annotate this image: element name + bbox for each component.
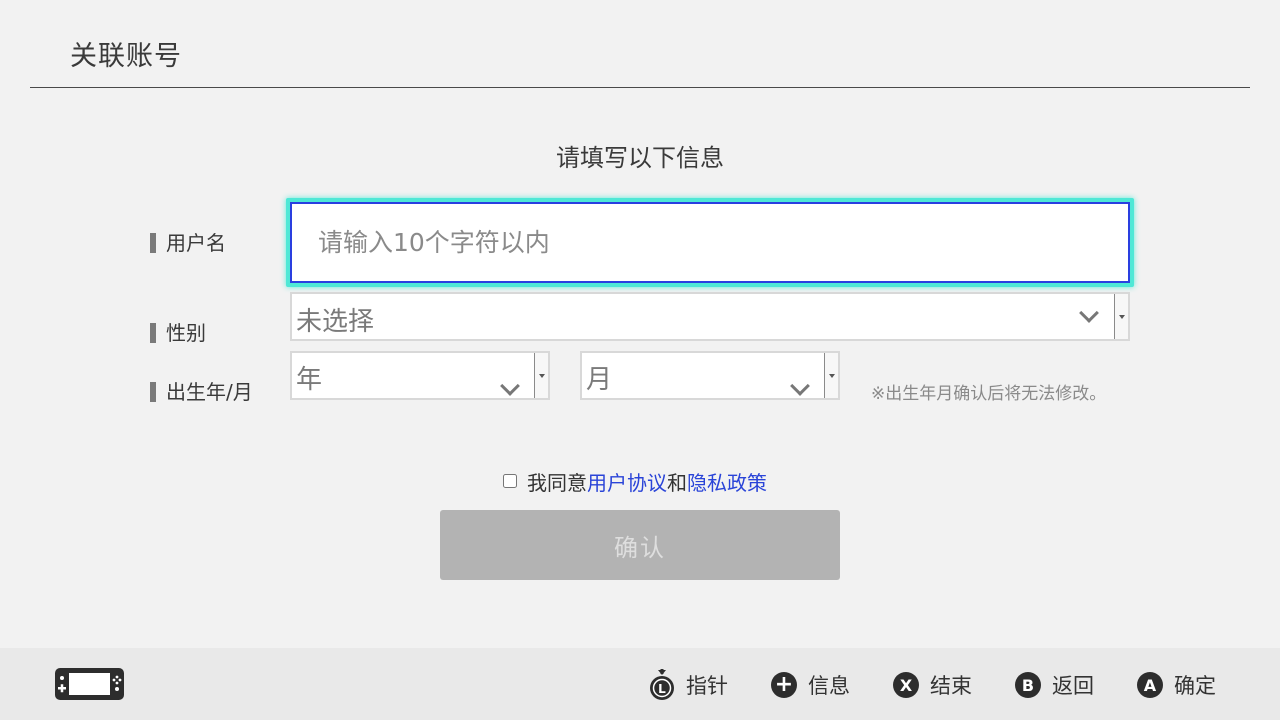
agreement-row: 我同意 用户协议 和 隐私政策 bbox=[503, 467, 767, 495]
gender-label: 性别 bbox=[150, 321, 206, 345]
header: 关联账号 bbox=[30, 0, 1250, 88]
birth-label: 出生年/月 bbox=[150, 380, 253, 404]
select-spinner-icon bbox=[824, 353, 838, 398]
hint-back-label: 返回 bbox=[1052, 674, 1094, 698]
hint-info[interactable]: + 信息 bbox=[771, 670, 850, 700]
agreement-conjunction: 和 bbox=[667, 470, 687, 495]
b-button-icon: B bbox=[1015, 672, 1041, 698]
username-input[interactable] bbox=[290, 202, 1130, 283]
hint-exit[interactable]: X 结束 bbox=[893, 670, 972, 700]
birth-year-value: 年 bbox=[296, 365, 323, 395]
hint-pointer[interactable]: L 指针 bbox=[648, 669, 728, 700]
chevron-down-icon bbox=[500, 376, 520, 396]
hint-exit-label: 结束 bbox=[930, 674, 972, 698]
birth-month-value: 月 bbox=[586, 365, 613, 395]
hint-ok-label: 确定 bbox=[1174, 674, 1216, 698]
select-spinner-icon bbox=[1114, 294, 1128, 339]
hint-pointer-label: 指针 bbox=[686, 674, 728, 698]
l-stick-icon: L bbox=[650, 669, 674, 700]
page-title: 关联账号 bbox=[70, 41, 182, 72]
username-field-focus-ring bbox=[286, 198, 1134, 287]
gender-select[interactable]: 未选择 bbox=[290, 292, 1130, 341]
privacy-policy-link[interactable]: 隐私政策 bbox=[687, 467, 767, 496]
confirm-button[interactable]: 确认 bbox=[440, 510, 840, 580]
footer: L 指针 + 信息 X 结束 B 返回 A 确定 bbox=[0, 648, 1280, 720]
user-agreement-link[interactable]: 用户协议 bbox=[587, 467, 667, 496]
chevron-down-icon bbox=[790, 376, 810, 396]
a-button-icon: A bbox=[1137, 672, 1163, 698]
birth-month-select[interactable]: 月 bbox=[580, 351, 840, 400]
hint-back[interactable]: B 返回 bbox=[1015, 670, 1094, 700]
chevron-down-icon bbox=[1079, 303, 1099, 323]
select-spinner-icon bbox=[534, 353, 548, 398]
x-button-icon: X bbox=[893, 672, 919, 698]
birth-note: ※出生年月确认后将无法修改。 bbox=[871, 384, 1107, 404]
agreement-checkbox[interactable] bbox=[503, 474, 517, 488]
handheld-console-icon bbox=[55, 668, 124, 700]
plus-button-icon: + bbox=[771, 672, 797, 698]
username-label: 用户名 bbox=[150, 231, 226, 255]
gender-select-value: 未选择 bbox=[296, 307, 375, 337]
form-subtitle: 请填写以下信息 bbox=[556, 144, 724, 172]
hint-info-label: 信息 bbox=[808, 674, 850, 698]
svg-text:L: L bbox=[658, 682, 666, 696]
hint-ok[interactable]: A 确定 bbox=[1137, 670, 1216, 700]
agreement-prefix: 我同意 bbox=[527, 470, 587, 495]
birth-year-select[interactable]: 年 bbox=[290, 351, 550, 400]
